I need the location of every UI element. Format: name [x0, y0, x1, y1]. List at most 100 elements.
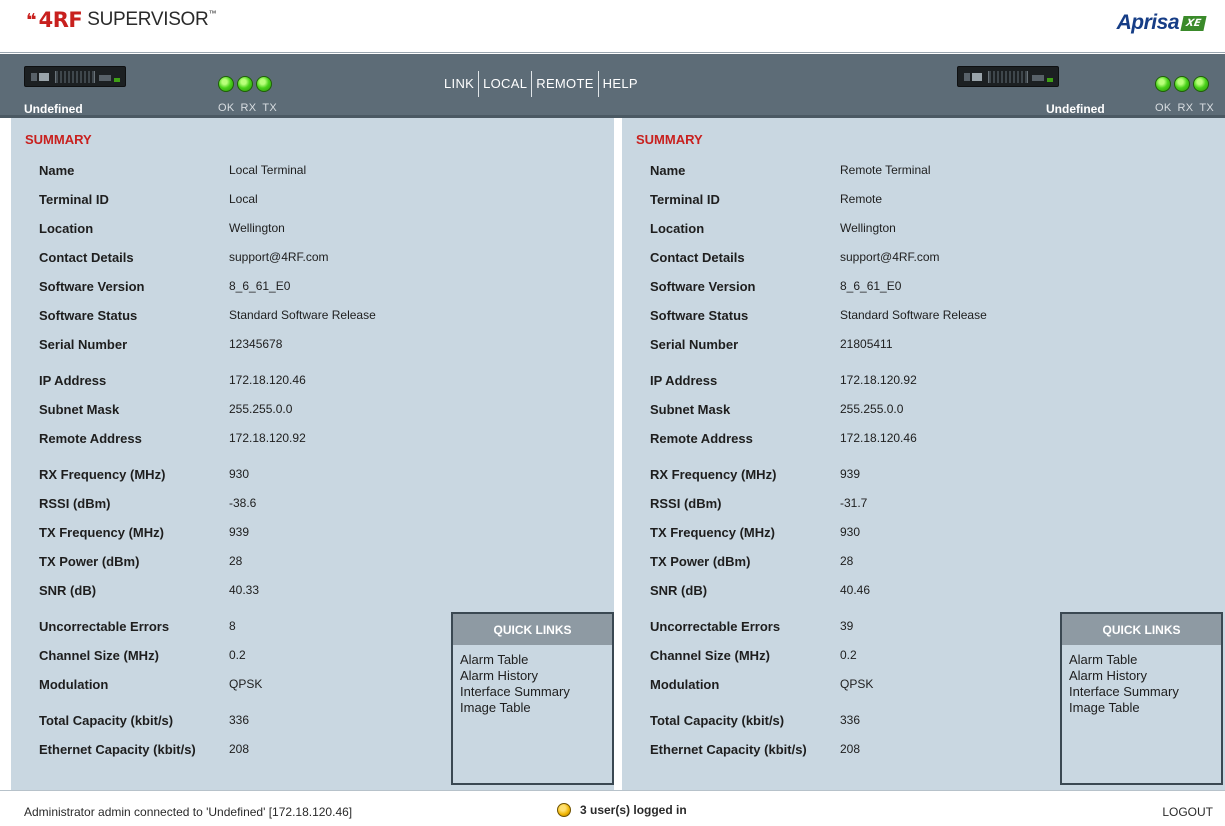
summary-row-value: -38.6 — [229, 496, 257, 510]
quick-link-image-table[interactable]: Image Table — [1069, 700, 1221, 716]
rx-led-icon — [237, 76, 253, 92]
summary-row-label: Contact Details — [650, 250, 745, 265]
summary-row-value: 0.2 — [229, 648, 246, 662]
quick-link-alarm-table[interactable]: Alarm Table — [460, 652, 612, 668]
main-nav: LINK LOCAL REMOTE HELP — [444, 71, 638, 97]
user-status-icon — [557, 803, 571, 817]
summary-row-value: Remote — [840, 192, 883, 206]
summary-row-value: 12345678 — [229, 337, 283, 351]
summary-row-label: Remote Address — [39, 431, 142, 446]
summary-row-label: Software Version — [650, 279, 756, 294]
summary-row-label: TX Power (dBm) — [650, 554, 751, 569]
summary-row-value: 930 — [229, 467, 250, 481]
summary-row-label: Serial Number — [39, 337, 128, 352]
summary-row-value: 172.18.120.92 — [840, 373, 917, 387]
summary-row-label: TX Frequency (MHz) — [650, 525, 775, 540]
summary-row-value: QPSK — [840, 677, 874, 691]
4rf-logo-brand: 4RF — [38, 8, 83, 32]
summary-row-value: 336 — [840, 713, 861, 727]
summary-row-label: Name — [39, 163, 75, 178]
nav-remote[interactable]: REMOTE — [536, 76, 593, 97]
summary-row-label: Software Version — [39, 279, 145, 294]
summary-row-value: Standard Software Release — [229, 308, 376, 322]
summary-row-label: TX Frequency (MHz) — [39, 525, 164, 540]
nav-separator — [531, 71, 533, 97]
summary-row-label: Location — [39, 221, 94, 236]
summary-row-value: -31.7 — [840, 496, 868, 510]
summary-row-label: Terminal ID — [650, 192, 720, 207]
quick-link-interface-summary[interactable]: Interface Summary — [1069, 684, 1221, 700]
summary-row-label: Software Status — [39, 308, 138, 323]
remote-status-leds — [1155, 76, 1209, 92]
quick-link-alarm-history[interactable]: Alarm History — [1069, 668, 1221, 684]
summary-row-value: Wellington — [229, 221, 285, 235]
summary-row-value: 208 — [229, 742, 250, 756]
summary-row-label: Ethernet Capacity (kbit/s) — [39, 742, 196, 757]
summary-row-label: Terminal ID — [39, 192, 109, 207]
summary-row-value: Standard Software Release — [840, 308, 987, 322]
ok-led-icon — [1155, 76, 1171, 92]
summary-row-value: Local — [229, 192, 258, 206]
logout-button[interactable]: LOGOUT — [1162, 805, 1213, 819]
summary-row-label: SNR (dB) — [650, 583, 708, 598]
4rf-supervisor-logo: ❝ 4RF SUPERVISOR™ — [26, 8, 217, 32]
summary-row-label: Modulation — [39, 677, 109, 692]
nav-separator — [597, 71, 599, 97]
summary-row-label: Serial Number — [650, 337, 739, 352]
summary-row-value: 40.33 — [229, 583, 260, 597]
aprisa-xe-logo: Aprisa XE — [1117, 11, 1207, 35]
summary-row-label: Software Status — [650, 308, 749, 323]
summary-row-value: 939 — [840, 467, 861, 481]
summary-row-value: 255.255.0.0 — [229, 402, 293, 416]
local-summary-title: SUMMARY — [25, 132, 92, 147]
nav-local[interactable]: LOCAL — [483, 76, 527, 97]
summary-row-value: 336 — [229, 713, 250, 727]
summary-row-value: 8_6_61_E0 — [229, 279, 291, 293]
summary-row-value: Wellington — [840, 221, 896, 235]
summary-row-label: Uncorrectable Errors — [650, 619, 781, 634]
tx-led-icon — [1193, 76, 1209, 92]
summary-row-label: Contact Details — [39, 250, 134, 265]
summary-row-label: TX Power (dBm) — [39, 554, 140, 569]
nav-link[interactable]: LINK — [444, 76, 474, 97]
summary-row-value: Local Terminal — [229, 163, 307, 177]
summary-row-label: Remote Address — [650, 431, 753, 446]
summary-row-value: QPSK — [229, 677, 263, 691]
top-bar: ❝ 4RF SUPERVISOR™ Aprisa XE — [0, 0, 1225, 53]
summary-row-label: Location — [650, 221, 705, 236]
summary-row-value: 172.18.120.46 — [840, 431, 917, 445]
remote-device-icon[interactable] — [957, 66, 1059, 87]
summary-row-label: SNR (dB) — [39, 583, 97, 598]
summary-row-label: RSSI (dBm) — [650, 496, 722, 511]
status-footer: Administrator admin connected to 'Undefi… — [0, 790, 1225, 826]
quick-link-interface-summary[interactable]: Interface Summary — [460, 684, 612, 700]
local-quick-links: QUICK LINKS Alarm Table Alarm History In… — [451, 612, 614, 785]
remote-summary-panel: SUMMARY Name Remote Terminal Terminal ID Re… — [622, 118, 1225, 790]
supervisor-logo-text: SUPERVISOR™ — [87, 9, 217, 30]
summary-row-label: IP Address — [39, 373, 107, 388]
summary-row-value: support@4RF.com — [229, 250, 329, 264]
local-device-icon[interactable] — [24, 66, 126, 87]
summary-row-value: 40.46 — [840, 583, 871, 597]
quick-link-alarm-table[interactable]: Alarm Table — [1069, 652, 1221, 668]
summary-row-value: 255.255.0.0 — [840, 402, 904, 416]
summary-row-value: 930 — [840, 525, 861, 539]
local-device-label: Undefined — [24, 102, 83, 116]
tx-led-icon — [256, 76, 272, 92]
nav-help[interactable]: HELP — [603, 76, 638, 97]
summary-row-value: Remote Terminal — [840, 163, 931, 177]
summary-row-value: 0.2 — [840, 648, 857, 662]
summary-row-label: Uncorrectable Errors — [39, 619, 170, 634]
summary-row-label: Modulation — [650, 677, 720, 692]
rx-led-icon — [1174, 76, 1190, 92]
summary-row-value: support@4RF.com — [840, 250, 940, 264]
summary-row-value: 8_6_61_E0 — [840, 279, 902, 293]
summary-row-value: 8 — [229, 619, 236, 633]
quick-link-alarm-history[interactable]: Alarm History — [460, 668, 612, 684]
aprisa-xe-badge: XE — [1180, 15, 1207, 31]
summary-row-label: IP Address — [650, 373, 718, 388]
remote-quick-links: QUICK LINKS Alarm Table Alarm History In… — [1060, 612, 1223, 785]
logged-in-users: 3 user(s) logged in — [557, 803, 687, 817]
summary-row-label: RSSI (dBm) — [39, 496, 111, 511]
quick-link-image-table[interactable]: Image Table — [460, 700, 612, 716]
